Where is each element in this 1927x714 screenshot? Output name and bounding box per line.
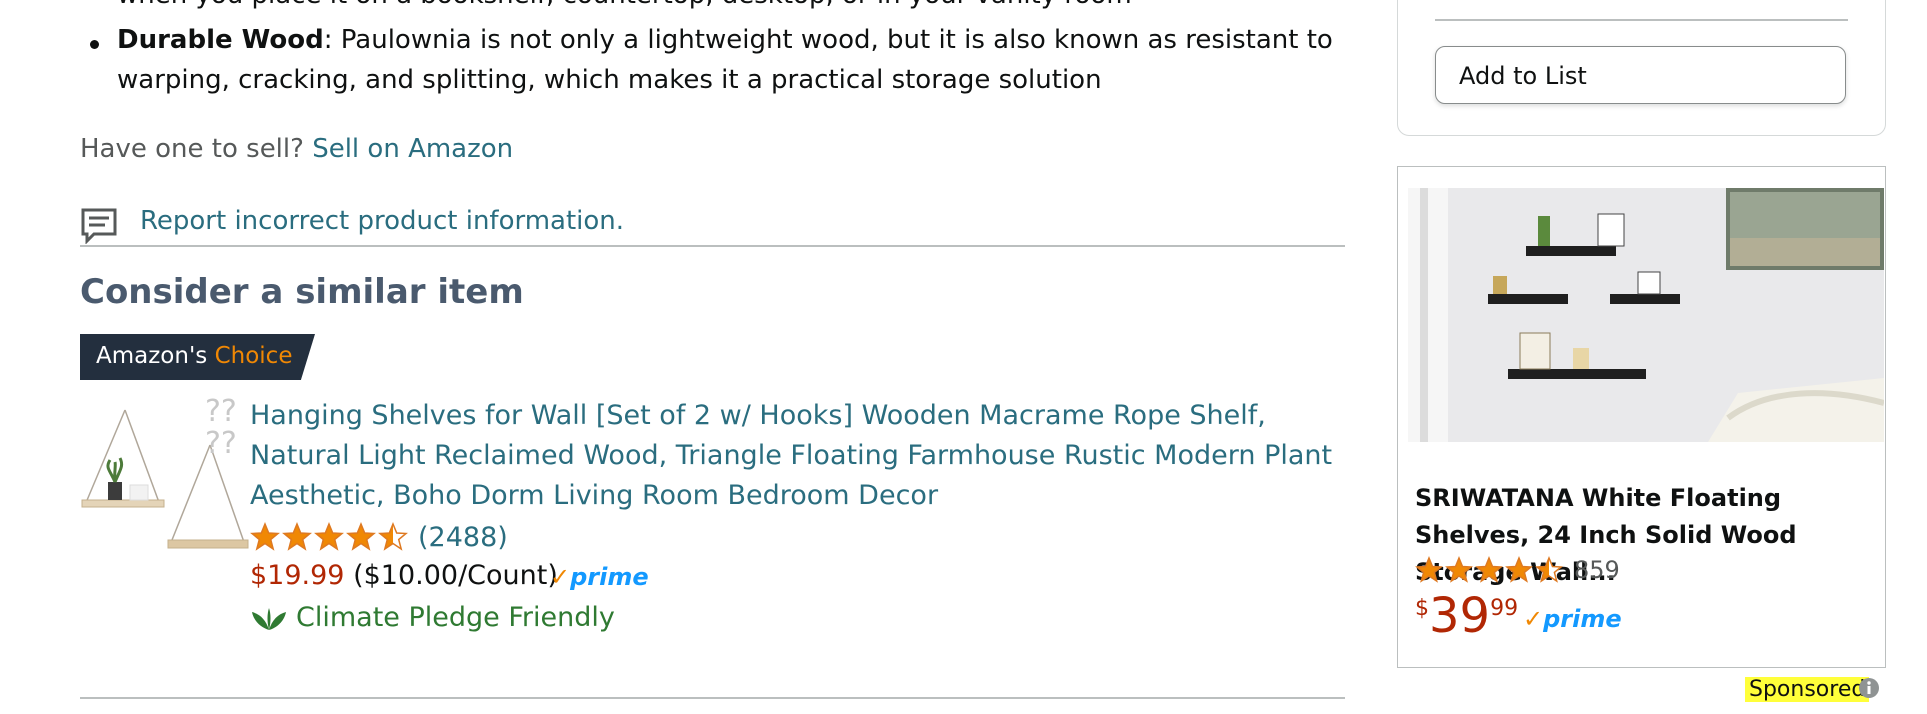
buy-box-divider <box>1435 19 1848 21</box>
ad-prime-badge: ✓prime <box>1523 605 1622 633</box>
add-to-list-button[interactable]: Add to List <box>1435 46 1846 104</box>
prime-check-icon: ✓ <box>550 563 571 591</box>
badge-choice: Choice <box>214 343 293 369</box>
climate-pledge-label: Climate Pledge Friendly <box>296 602 615 633</box>
bullet-dot <box>90 40 99 49</box>
similar-price: $19.99 <box>250 560 345 591</box>
ad-price: $3999 <box>1415 588 1518 644</box>
feedback-icon[interactable] <box>80 206 118 244</box>
leaf-icon <box>252 607 286 630</box>
sell-prefix: Have one to sell? <box>80 134 304 164</box>
badge-prefix: Amazon's <box>96 343 208 369</box>
feature-bullet: Durable Wood: Paulownia is not only a li… <box>117 20 1337 100</box>
similar-price-line: $19.99 ($10.00/Count) <box>250 560 558 591</box>
sell-on-amazon-link[interactable]: Sell on Amazon <box>312 134 513 164</box>
info-icon[interactable] <box>1858 677 1880 699</box>
ad-product-image[interactable] <box>1408 188 1884 442</box>
ad-price-whole: 39 <box>1429 588 1491 644</box>
similar-prime-label: prime <box>570 563 649 591</box>
similar-item-heading: Consider a similar item <box>80 272 524 312</box>
description-partial-line: when you place it on a bookshelf, counte… <box>117 0 1132 10</box>
ad-prime-check-icon: ✓ <box>1523 605 1544 633</box>
placeholder-glyphs: ???? <box>205 394 237 461</box>
ad-price-symbol: $ <box>1415 596 1429 621</box>
report-incorrect-info-link[interactable]: Report incorrect product information. <box>140 206 624 236</box>
ad-price-fraction: 99 <box>1490 596 1519 621</box>
similar-rating-stars[interactable] <box>250 522 415 552</box>
similar-rating-count-link[interactable]: (2488) <box>418 522 508 553</box>
bottom-divider <box>80 697 1345 699</box>
similar-unit-price: ($10.00/Count) <box>353 560 558 591</box>
amazons-choice-label: Amazon's Choice <box>96 343 292 369</box>
sell-prompt: Have one to sell? Sell on Amazon <box>80 134 513 164</box>
sponsored-label[interactable]: Sponsored <box>1745 677 1870 702</box>
climate-pledge-link[interactable]: Climate Pledge Friendly <box>250 602 615 633</box>
ad-rating-count[interactable]: 859 <box>1574 556 1620 584</box>
similar-product-title-link[interactable]: Hanging Shelves for Wall [Set of 2 w/ Ho… <box>250 396 1340 516</box>
ad-prime-label: prime <box>1543 605 1622 633</box>
feature-bullet-title: Durable Wood <box>117 25 324 55</box>
similar-prime-badge: ✓prime <box>550 563 649 591</box>
section-divider <box>80 245 1345 247</box>
ad-rating-stars[interactable] <box>1415 556 1567 584</box>
